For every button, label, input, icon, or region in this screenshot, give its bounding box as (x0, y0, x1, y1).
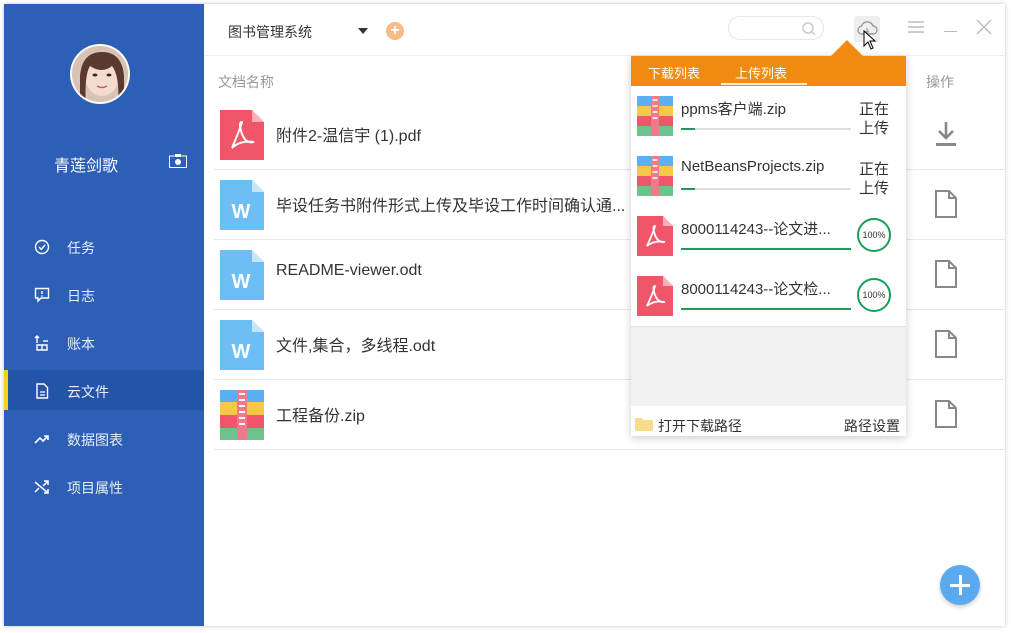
upload-progress-bar (681, 128, 851, 130)
caret-down-icon[interactable] (358, 28, 368, 34)
menu-icon[interactable] (908, 20, 924, 39)
tab-upload-list[interactable]: 上传列表 (735, 63, 787, 82)
word-file-icon: W (220, 250, 264, 300)
upload-item[interactable]: ppms客户端.zip 正在上传 (631, 88, 906, 148)
word-file-icon: W (220, 180, 264, 230)
panel-empty-area (631, 326, 906, 406)
upload-file-name: ppms客户端.zip (681, 101, 787, 118)
pdf-file-icon (637, 276, 673, 316)
upload-item[interactable]: 8000114243--论文进... 100% (631, 208, 906, 268)
file-icon (34, 383, 50, 399)
tab-download-list[interactable]: 下载列表 (648, 63, 700, 82)
file-name: 文件,集合，多线程.odt (276, 338, 436, 355)
upload-file-name: 8000114243--论文进... (681, 221, 831, 238)
upload-progress-fill (681, 128, 695, 130)
panel-footer: 打开下载路径 路径设置 (631, 406, 906, 436)
check-circle-icon (34, 239, 50, 255)
sidebar-item-tasks[interactable]: 任务 (4, 226, 204, 266)
close-icon (976, 19, 992, 35)
document-icon[interactable] (934, 330, 958, 358)
upload-item[interactable]: NetBeansProjects.zip 正在上传 (631, 148, 906, 208)
sidebar-item-label: 云文件 (67, 384, 109, 400)
sidebar-item-ledger[interactable]: 账本 (4, 322, 204, 362)
open-download-path-link[interactable]: 打开下载路径 (658, 416, 742, 436)
active-tab-indicator (721, 83, 807, 85)
zip-file-icon (637, 96, 673, 136)
upload-status: 正在上传 (859, 161, 890, 197)
minimize-button[interactable] (944, 31, 957, 32)
sidebar-item-label: 数据图表 (67, 432, 123, 448)
upload-complete-ring: 100% (857, 278, 891, 312)
system-selector[interactable]: 图书管理系统 (228, 22, 312, 42)
upload-file-name: NetBeansProjects.zip (681, 158, 825, 175)
upload-progress-fill (681, 308, 851, 310)
svg-text:W: W (232, 271, 251, 293)
file-name: 毕设任务书附件形式上传及毕设工作时间确认通... (276, 198, 626, 215)
upload-progress-bar (681, 188, 851, 190)
upload-file-name: 8000114243--论文检... (681, 281, 831, 298)
upload-progress-bar (681, 248, 851, 250)
upload-progress-bar (681, 308, 851, 310)
pdf-file-icon (220, 110, 264, 160)
shuffle-icon (34, 479, 50, 495)
file-name: 附件2-温信宇 (1).pdf (276, 128, 421, 145)
sidebar-item-log[interactable]: 日志 (4, 274, 204, 314)
upload-progress-fill (681, 248, 851, 250)
document-icon[interactable] (934, 400, 958, 428)
search-input[interactable] (728, 16, 824, 40)
panel-arrow (829, 40, 865, 58)
svg-text:W: W (232, 201, 251, 223)
sidebar-item-label: 日志 (67, 288, 95, 304)
sidebar-item-label: 任务 (67, 240, 95, 256)
file-name: README-viewer.odt (276, 262, 422, 279)
path-settings-link[interactable]: 路径设置 (844, 416, 900, 436)
zip-file-icon (637, 156, 673, 196)
sidebar: 青莲剑歌 任务 日志 账本 云文件 数据图表 项目属性 (4, 4, 204, 626)
add-file-button[interactable] (940, 565, 980, 605)
ledger-icon (34, 335, 50, 351)
svg-text:W: W (232, 341, 251, 363)
upload-complete-ring: 100% (857, 218, 891, 252)
column-header-ops: 操作 (926, 74, 954, 90)
sidebar-item-charts[interactable]: 数据图表 (4, 418, 204, 458)
folder-icon (635, 417, 653, 431)
pdf-file-icon (637, 216, 673, 256)
upload-progress-fill (681, 188, 695, 190)
camera-icon[interactable] (169, 154, 187, 168)
close-button[interactable] (976, 19, 992, 40)
download-icon[interactable] (934, 120, 958, 148)
upload-status: 正在上传 (859, 101, 890, 137)
search-icon[interactable] (801, 21, 817, 37)
word-file-icon: W (220, 320, 264, 370)
comment-icon (34, 287, 50, 303)
file-name: 工程备份.zip (276, 408, 365, 425)
add-system-button[interactable]: + (386, 22, 404, 40)
zip-file-icon (220, 390, 264, 440)
transfer-panel: 下载列表 上传列表 ppms客户端.zip 正在上传 NetBeansProje… (631, 56, 906, 436)
column-header-name: 文档名称 (218, 74, 274, 90)
sidebar-item-label: 项目属性 (67, 480, 123, 496)
transfer-tabs: 下载列表 上传列表 (631, 56, 906, 86)
sidebar-item-project-props[interactable]: 项目属性 (4, 466, 204, 506)
mouse-cursor-icon (863, 29, 877, 55)
document-icon[interactable] (934, 190, 958, 218)
top-bar: 图书管理系统 + (204, 4, 1005, 56)
upload-item[interactable]: 8000114243--论文检... 100% (631, 268, 906, 328)
trend-icon (34, 431, 50, 447)
sidebar-item-label: 账本 (67, 336, 95, 352)
sidebar-item-cloud-files[interactable]: 云文件 (4, 370, 204, 410)
username: 青莲剑歌 (54, 158, 119, 175)
document-icon[interactable] (934, 260, 958, 288)
avatar[interactable] (70, 44, 130, 104)
